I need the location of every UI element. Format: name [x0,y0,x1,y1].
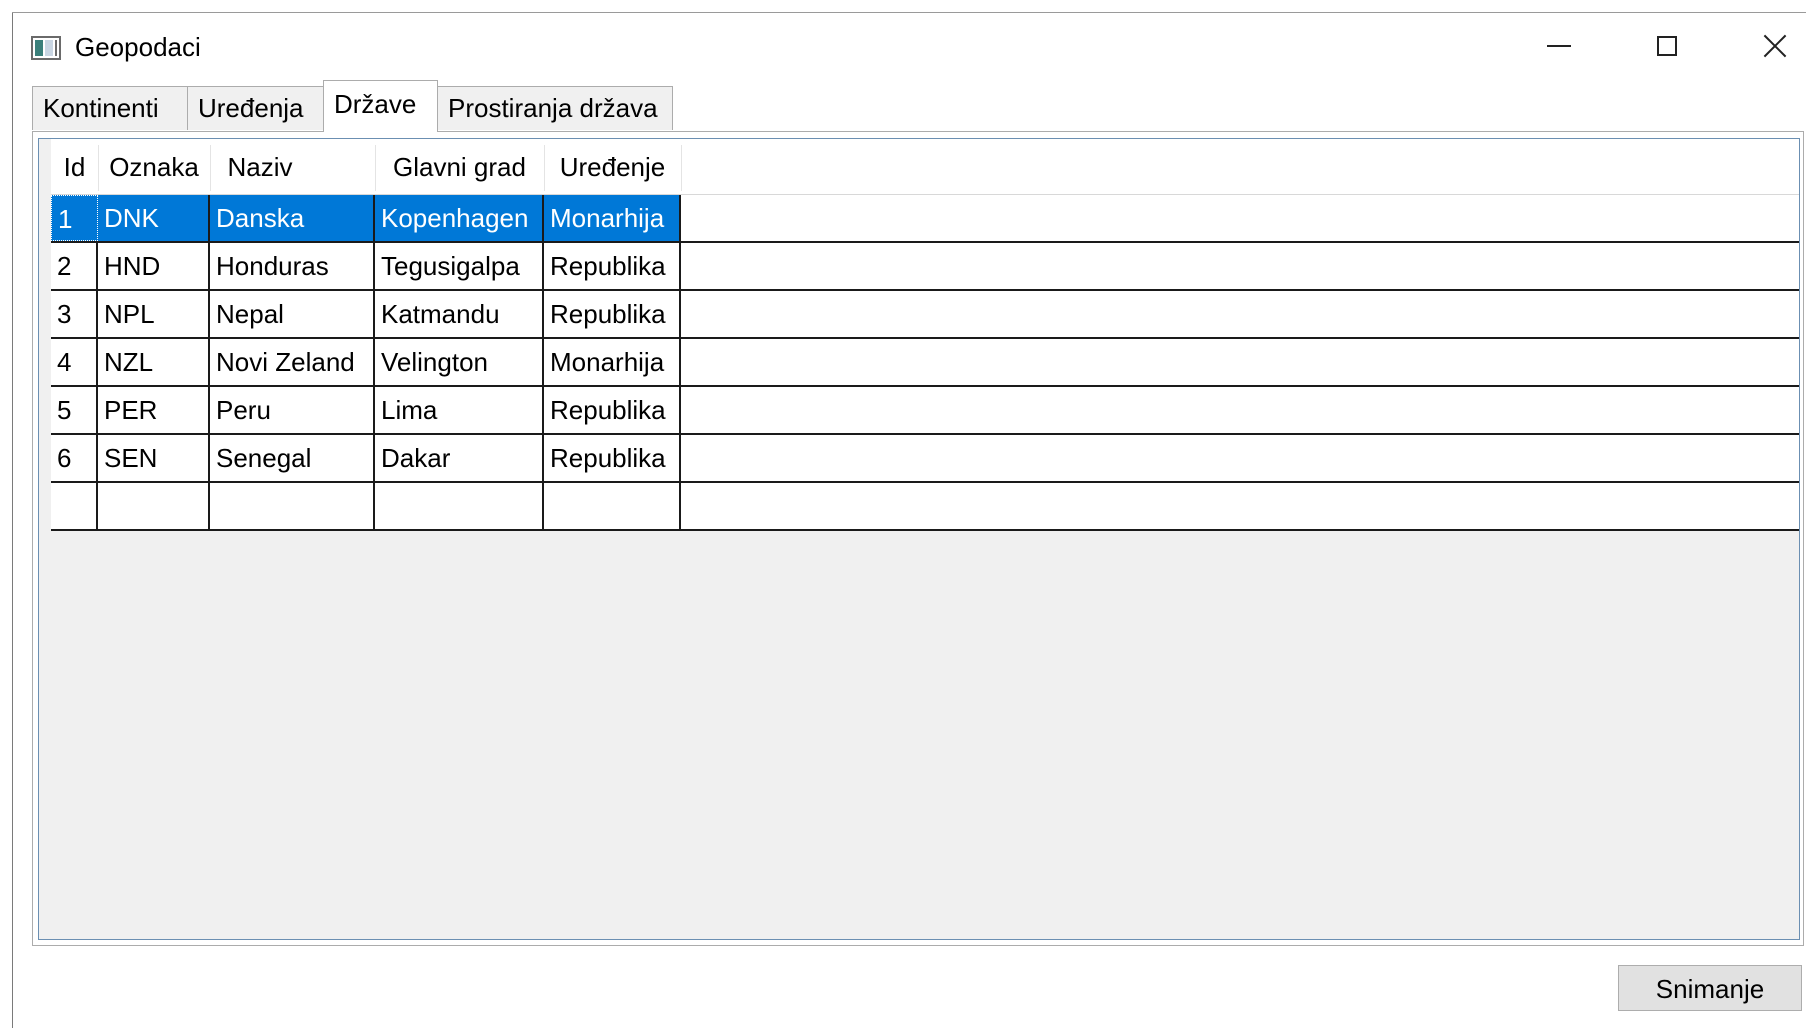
cell-glavni-grad[interactable]: Velington [375,339,544,385]
cell-id[interactable] [51,483,98,529]
cell-glavni-grad[interactable]: Kopenhagen [375,195,544,241]
app-window-icon[interactable] [31,36,61,60]
cell-naziv[interactable]: Danska [210,195,375,241]
cell-naziv[interactable]: Honduras [210,243,375,289]
cell-naziv[interactable]: Peru [210,387,375,433]
cell-id[interactable]: 3 [51,291,98,337]
save-button[interactable]: Snimanje [1618,965,1802,1011]
title-bar[interactable]: Geopodaci [13,13,1806,79]
tab-uredjenja[interactable]: Uređenja [187,86,324,130]
row-filler [681,483,1799,529]
cell-oznaka[interactable]: NPL [98,291,210,337]
table-row[interactable]: 2 HND Honduras Tegusigalpa Republika [51,243,1799,291]
cell-uredjenje[interactable]: Republika [544,435,681,481]
minimize-icon [1547,45,1571,47]
cell-glavni-grad[interactable]: Katmandu [375,291,544,337]
countries-data-grid[interactable]: Id Oznaka Naziv Glavni grad Uređenje 1 D… [38,138,1800,940]
cell-id[interactable]: 5 [51,387,98,433]
cell-id[interactable]: 2 [51,243,98,289]
cell-uredjenje[interactable]: Republika [544,291,681,337]
new-row-placeholder[interactable] [51,483,1799,531]
cell-uredjenje[interactable]: Monarhija [544,195,681,241]
row-filler [681,291,1799,337]
cell-uredjenje[interactable]: Republika [544,243,681,289]
cell-oznaka[interactable]: SEN [98,435,210,481]
cell-uredjenje[interactable]: Republika [544,387,681,433]
tab-kontinenti[interactable]: Kontinenti [32,86,188,130]
row-filler [681,195,1799,241]
table-row[interactable]: 1 DNK Danska Kopenhagen Monarhija [51,195,1799,243]
cell-id[interactable]: 1 [51,195,98,241]
column-header-id[interactable]: Id [51,139,98,195]
close-button[interactable] [1721,13,1806,79]
cell-id[interactable]: 6 [51,435,98,481]
cell-naziv[interactable] [210,483,375,529]
table-row[interactable]: 4 NZL Novi Zeland Velington Monarhija [51,339,1799,387]
grid-header: Id Oznaka Naziv Glavni grad Uređenje [51,139,1799,195]
column-header-uredjenje[interactable]: Uređenje [544,139,681,195]
table-row[interactable]: 6 SEN Senegal Dakar Republika [51,435,1799,483]
row-filler [681,339,1799,385]
maximize-icon [1657,36,1677,56]
close-icon [1762,33,1788,59]
tab-drzave[interactable]: Države [323,80,438,132]
grid-rows: 1 DNK Danska Kopenhagen Monarhija 2 HND … [51,195,1799,531]
cell-oznaka[interactable]: PER [98,387,210,433]
cell-oznaka[interactable]: NZL [98,339,210,385]
cell-glavni-grad[interactable]: Lima [375,387,544,433]
window-border-left [12,12,13,1028]
cell-naziv[interactable]: Nepal [210,291,375,337]
cell-glavni-grad[interactable]: Dakar [375,435,544,481]
cell-naziv[interactable]: Novi Zeland [210,339,375,385]
cell-glavni-grad[interactable] [375,483,544,529]
row-filler [681,435,1799,481]
column-header-naziv[interactable]: Naziv [210,139,310,195]
cell-uredjenje[interactable]: Monarhija [544,339,681,385]
cell-uredjenje[interactable] [544,483,681,529]
cell-oznaka[interactable]: HND [98,243,210,289]
app-window: Geopodaci Kontinenti Uređenja Države Pro… [0,0,1806,1028]
cell-glavni-grad[interactable]: Tegusigalpa [375,243,544,289]
table-row[interactable]: 3 NPL Nepal Katmandu Republika [51,291,1799,339]
row-filler [681,243,1799,289]
tab-prostiranja-drzava[interactable]: Prostiranja država [437,86,673,130]
column-header-glavni-grad[interactable]: Glavni grad [375,139,544,195]
row-filler [681,387,1799,433]
cell-oznaka[interactable] [98,483,210,529]
table-row[interactable]: 5 PER Peru Lima Republika [51,387,1799,435]
maximize-button[interactable] [1613,13,1721,79]
column-header-oznaka[interactable]: Oznaka [98,139,210,195]
minimize-button[interactable] [1505,13,1613,79]
cell-oznaka[interactable]: DNK [98,195,210,241]
window-title: Geopodaci [75,32,201,62]
cell-id[interactable]: 4 [51,339,98,385]
cell-naziv[interactable]: Senegal [210,435,375,481]
